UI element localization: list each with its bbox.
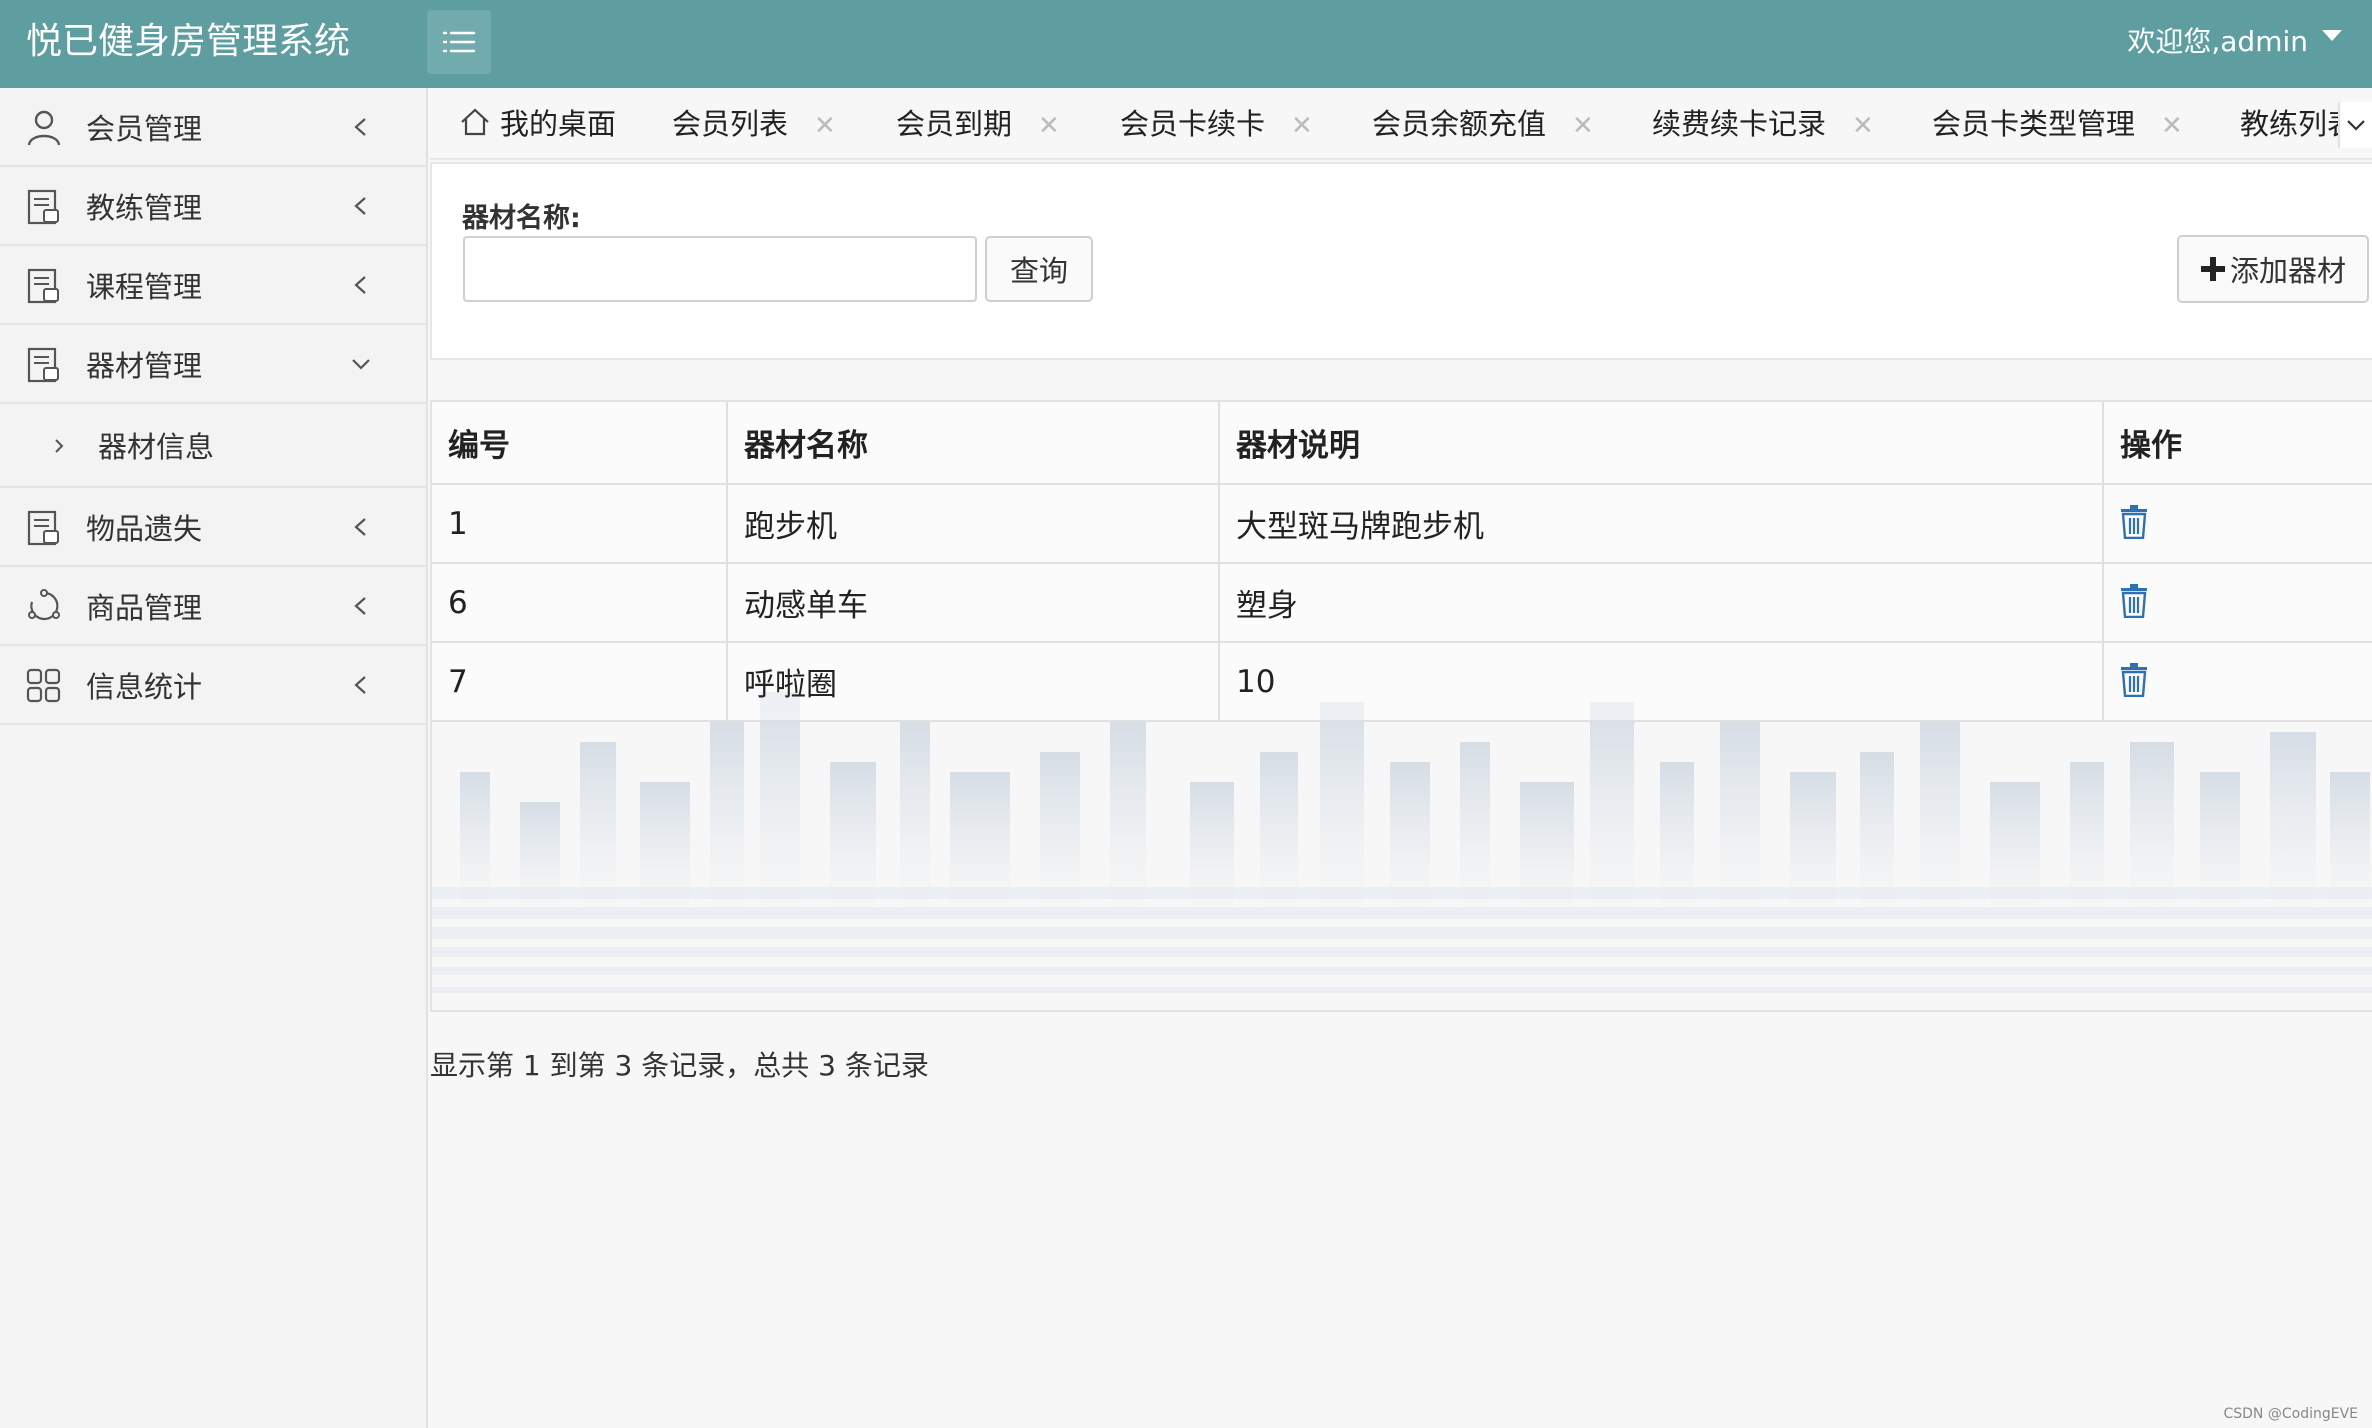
pagination-info: 显示第 1 到第 3 条记录，总共 3 条记录 xyxy=(430,1049,929,1082)
close-icon[interactable]: ✕ xyxy=(814,90,836,158)
close-icon[interactable]: ✕ xyxy=(1291,90,1313,158)
table-row: 6 动感单车 塑身 xyxy=(432,562,2372,643)
chevron-left-icon xyxy=(354,118,366,136)
sidebar-item-label: 物品遗失 xyxy=(86,511,203,546)
sidebar-item-equipment[interactable]: 器材管理 xyxy=(0,325,426,404)
column-header-description[interactable]: 器材说明 xyxy=(1218,402,2104,485)
equipment-name-label: 器材名称: xyxy=(462,203,581,234)
caret-down-icon xyxy=(2322,29,2342,41)
trash-icon[interactable] xyxy=(2120,662,2148,697)
sidebar-subitem-equipment-info[interactable]: 器材信息 xyxy=(0,404,426,488)
column-header-id[interactable]: 编号 xyxy=(432,402,728,485)
sidebar-subitem-label: 器材信息 xyxy=(98,430,215,464)
cell-description: 塑身 xyxy=(1218,562,2104,643)
close-icon[interactable]: ✕ xyxy=(1038,90,1060,158)
document-icon xyxy=(27,347,59,383)
equipment-table: 编号 器材名称 器材说明 操作 1 跑步机 大型斑马牌跑步机 6 动感单车 塑身… xyxy=(432,402,2372,722)
cell-id: 6 xyxy=(432,562,728,643)
sidebar-item-coaches[interactable]: 教练管理 xyxy=(0,167,426,246)
tab-label: 续费续卡记录 xyxy=(1652,107,1827,141)
trash-icon[interactable] xyxy=(2120,583,2148,618)
cell-name: 跑步机 xyxy=(726,483,1220,564)
grid-icon xyxy=(26,668,61,703)
add-equipment-label: 添加器材 xyxy=(2229,254,2346,288)
search-panel: 器材名称: 查询 添加器材 xyxy=(430,162,2372,360)
cell-actions xyxy=(2102,483,2372,564)
close-icon[interactable]: ✕ xyxy=(1852,90,1874,158)
tab-label: 会员到期 xyxy=(896,107,1013,141)
chevron-left-icon xyxy=(354,676,366,694)
table-header-row: 编号 器材名称 器材说明 操作 xyxy=(432,402,2372,485)
column-header-actions: 操作 xyxy=(2102,402,2372,485)
cell-name: 呼啦圈 xyxy=(726,641,1220,722)
tab-balance-recharge[interactable]: 会员余额充值 ✕ xyxy=(1372,88,1594,158)
cell-id: 1 xyxy=(432,483,728,564)
main-content: 器材名称: 查询 添加器材 编号 器材名称 器材说明 操作 1 跑步机 大型斑马… xyxy=(430,162,2372,1428)
refresh-icon xyxy=(28,589,60,621)
chevron-down-icon xyxy=(2347,120,2365,131)
sidebar-item-label: 教练管理 xyxy=(86,190,203,225)
top-bar: 悦已健身房管理系统 欢迎您,admin xyxy=(0,0,2372,88)
sidebar-item-courses[interactable]: 课程管理 xyxy=(0,246,426,325)
trash-icon[interactable] xyxy=(2120,504,2148,539)
user-menu[interactable]: 欢迎您,admin xyxy=(2127,0,2342,84)
tab-label: 会员卡续卡 xyxy=(1120,107,1266,141)
chevron-down-icon xyxy=(352,359,370,370)
sidebar-item-label: 会员管理 xyxy=(86,111,203,146)
tab-label: 会员余额充值 xyxy=(1372,107,1547,141)
home-icon xyxy=(461,108,489,136)
tab-member-expiry[interactable]: 会员到期 ✕ xyxy=(896,88,1060,158)
tab-renewal-records[interactable]: 续费续卡记录 ✕ xyxy=(1652,88,1874,158)
tab-label: 我的桌面 xyxy=(500,107,617,141)
document-icon xyxy=(27,189,59,225)
chevron-left-icon xyxy=(354,597,366,615)
chevron-right-icon xyxy=(55,439,64,453)
tab-label: 会员列表 xyxy=(672,107,789,141)
tab-card-renewal[interactable]: 会员卡续卡 ✕ xyxy=(1120,88,1313,158)
chevron-left-icon xyxy=(354,276,366,294)
table-row: 1 跑步机 大型斑马牌跑步机 xyxy=(432,483,2372,564)
welcome-text: 欢迎您,admin xyxy=(2127,25,2308,58)
cell-description: 10 xyxy=(1218,641,2104,722)
menu-toggle-button[interactable] xyxy=(427,10,491,74)
tab-member-list[interactable]: 会员列表 ✕ xyxy=(672,88,836,158)
document-icon xyxy=(27,510,59,546)
tab-card-type-management[interactable]: 会员卡类型管理 ✕ xyxy=(1932,88,2183,158)
close-icon[interactable]: ✕ xyxy=(2161,90,2183,158)
close-icon[interactable]: ✕ xyxy=(1572,90,1594,158)
plus-icon xyxy=(2200,257,2225,281)
sidebar-item-members[interactable]: 会员管理 xyxy=(0,88,426,167)
sidebar: 会员管理 教练管理 课程管理 器材管理 器材信息 物品遗失 商品管理 信息统计 xyxy=(0,88,428,1428)
sidebar-item-label: 信息统计 xyxy=(86,669,203,704)
equipment-table-panel: 编号 器材名称 器材说明 操作 1 跑步机 大型斑马牌跑步机 6 动感单车 塑身… xyxy=(430,400,2372,1012)
table-row: 7 呼啦圈 10 xyxy=(432,641,2372,722)
user-icon xyxy=(27,110,61,146)
sidebar-item-label: 课程管理 xyxy=(86,269,203,304)
list-icon xyxy=(442,31,476,53)
sidebar-item-statistics[interactable]: 信息统计 xyxy=(0,646,426,725)
sidebar-item-lost-items[interactable]: 物品遗失 xyxy=(0,488,426,567)
cell-id: 7 xyxy=(432,641,728,722)
footer-credit: CSDN @CodingEVE xyxy=(2223,1406,2358,1422)
tab-scroll-button[interactable] xyxy=(2338,102,2372,148)
app-title: 悦已健身房管理系统 xyxy=(26,21,351,62)
chevron-left-icon xyxy=(354,518,366,536)
cell-description: 大型斑马牌跑步机 xyxy=(1218,483,2104,564)
cell-actions xyxy=(2102,562,2372,643)
chevron-left-icon xyxy=(354,197,366,215)
add-equipment-button[interactable]: 添加器材 xyxy=(2177,235,2369,303)
tab-bar: 我的桌面 会员列表 ✕ 会员到期 ✕ 会员卡续卡 ✕ 会员余额充值 ✕ 续费续卡记录 ✕ … xyxy=(430,88,2372,160)
tab-home[interactable]: 我的桌面 xyxy=(460,88,617,158)
column-header-name[interactable]: 器材名称 xyxy=(726,402,1220,485)
query-button[interactable]: 查询 xyxy=(985,236,1093,302)
tab-label: 会员卡类型管理 xyxy=(1932,107,2136,141)
document-icon xyxy=(27,268,59,304)
equipment-name-input[interactable] xyxy=(463,236,977,302)
sidebar-item-label: 商品管理 xyxy=(86,590,203,625)
cell-actions xyxy=(2102,641,2372,722)
sidebar-item-label: 器材管理 xyxy=(86,348,203,383)
cell-name: 动感单车 xyxy=(726,562,1220,643)
sidebar-item-products[interactable]: 商品管理 xyxy=(0,567,426,646)
